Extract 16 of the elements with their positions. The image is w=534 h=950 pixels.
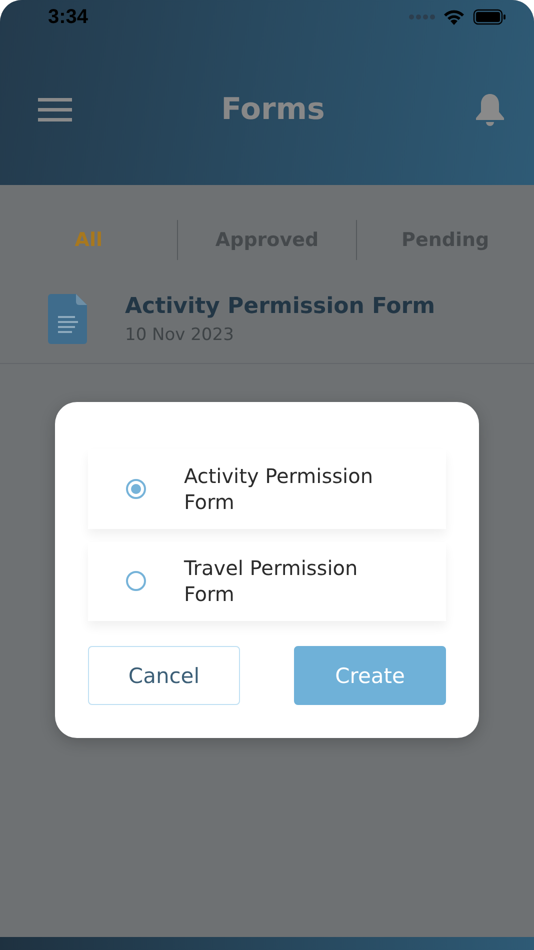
wifi-icon xyxy=(443,9,465,25)
bell-icon[interactable] xyxy=(474,92,506,126)
radio-button[interactable] xyxy=(126,478,146,499)
menu-icon[interactable] xyxy=(38,98,72,122)
battery-icon xyxy=(473,9,506,25)
signal-icon xyxy=(409,14,435,20)
form-title: Activity Permission Form xyxy=(125,294,436,319)
status-time: 3:34 xyxy=(48,6,88,28)
page-title: Forms xyxy=(221,92,325,127)
form-option[interactable]: Activity Permission Form xyxy=(88,449,446,528)
form-option[interactable]: Travel Permission Form xyxy=(88,542,446,621)
document-icon xyxy=(48,294,87,344)
radio-button[interactable] xyxy=(126,571,146,592)
filter-tab[interactable]: All xyxy=(0,223,178,257)
cancel-button[interactable]: Cancel xyxy=(88,646,240,705)
create-button[interactable]: Create xyxy=(294,646,446,705)
